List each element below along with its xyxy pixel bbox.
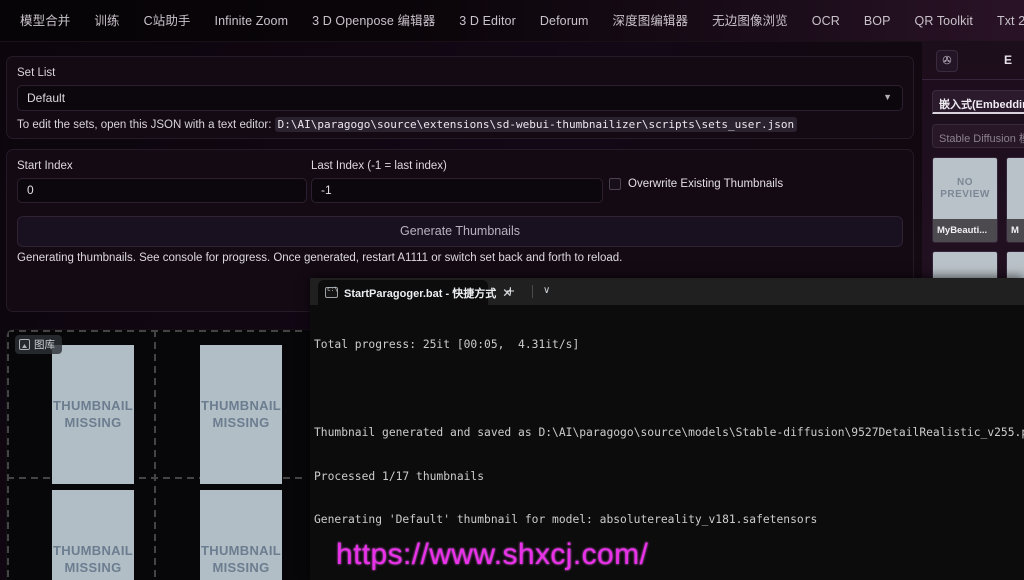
thumb-line1: THUMBNAIL: [53, 543, 133, 559]
new-tab-icon[interactable]: +: [506, 283, 515, 300]
tab-txt2video[interactable]: Txt 2 Video: [985, 0, 1024, 42]
network-card[interactable]: M: [1006, 157, 1024, 243]
image-icon: [19, 339, 30, 350]
chevron-down-icon: ▼: [883, 92, 892, 102]
generation-status-text: Generating thumbnails. See console for p…: [17, 252, 623, 264]
gallery-badge: 图库: [15, 335, 62, 354]
terminal-line: Thumbnail generated and saved as D:\AI\p…: [314, 425, 1024, 439]
edit-sets-hint-text: To edit the sets, open this JSON with a …: [17, 119, 272, 131]
gallery-divider-left: [7, 330, 9, 580]
sidebar-header: ✇ E: [922, 42, 1024, 80]
pin-icon[interactable]: ✇: [936, 50, 958, 72]
terminal-tab-title: StartParagoger.bat - 快捷方式: [344, 287, 497, 300]
tab-depth-map-editor[interactable]: 深度图编辑器: [601, 0, 701, 42]
thumbnail-placeholder: THUMBNAIL MISSING: [200, 345, 282, 484]
sidebar-search-input[interactable]: Stable Diffusion 模: [932, 124, 1024, 148]
sidebar-tab-embeddings[interactable]: 嵌入式(Embeddin: [932, 90, 1024, 114]
overwrite-checkbox[interactable]: [609, 178, 621, 190]
generate-thumbnails-button[interactable]: Generate Thumbnails: [17, 216, 903, 247]
watermark-url: https://www.shxcj.com/: [336, 538, 649, 571]
gallery-item[interactable]: THUMBNAIL MISSING: [19, 487, 167, 580]
set-list-value: Default: [27, 91, 66, 105]
edit-sets-hint: To edit the sets, open this JSON with a …: [17, 117, 798, 132]
no-preview-image: NO PREVIEW: [933, 158, 997, 219]
start-index-label: Start Index: [17, 160, 73, 172]
tab-civitai-helper[interactable]: C站助手: [132, 0, 203, 42]
gallery-badge-label: 图库: [34, 339, 55, 351]
terminal-divider: [532, 285, 533, 298]
no-preview-image: [1007, 158, 1024, 219]
tab-deforum[interactable]: Deforum: [528, 0, 601, 42]
overwrite-checkbox-row[interactable]: Overwrite Existing Thumbnails: [609, 178, 783, 190]
start-index-input[interactable]: 0: [17, 178, 307, 203]
thumb-line2: MISSING: [212, 414, 270, 430]
application-window: 模型合并 训练 C站助手 Infinite Zoom 3 D Openpose …: [0, 0, 1024, 580]
tab-infinite-zoom[interactable]: Infinite Zoom: [203, 0, 301, 42]
tab-ocr[interactable]: OCR: [800, 0, 852, 42]
tab-bop[interactable]: BOP: [852, 0, 903, 42]
tab-3d-editor[interactable]: 3 D Editor: [447, 0, 528, 42]
terminal-tab-strip: StartParagoger.bat - 快捷方式 ✕ + ∨: [310, 278, 1024, 305]
set-list-label: Set List: [17, 67, 56, 79]
terminal-line: Generating 'Default' thumbnail for model…: [314, 513, 818, 527]
tab-qr-toolkit[interactable]: QR Toolkit: [903, 0, 985, 42]
terminal-line: Total progress: 25it [00:05, 4.31it/s]: [314, 338, 580, 352]
tab-train[interactable]: 训练: [82, 0, 131, 42]
thumbnail-placeholder: THUMBNAIL MISSING: [52, 345, 134, 484]
last-index-input[interactable]: -1: [311, 178, 603, 203]
terminal-window: StartParagoger.bat - 快捷方式 ✕ + ∨ Total pr…: [310, 278, 1024, 580]
chevron-down-icon[interactable]: ∨: [543, 285, 550, 296]
network-card[interactable]: NO PREVIEW MyBeauti...: [932, 157, 998, 243]
tab-3d-openpose-editor[interactable]: 3 D Openpose 编辑器: [300, 0, 447, 42]
tab-infinite-image-browsing[interactable]: 无边图像浏览: [700, 0, 800, 42]
last-index-label: Last Index (-1 = last index): [311, 160, 447, 172]
thumb-line2: MISSING: [64, 559, 122, 575]
thumbnail-placeholder: THUMBNAIL MISSING: [52, 490, 134, 580]
thumbnail-placeholder: THUMBNAIL MISSING: [200, 490, 282, 580]
tab-model-merge[interactable]: 模型合并: [8, 0, 82, 42]
gallery-grid: THUMBNAIL MISSING THUMBNAIL MISSING THUMBN…: [19, 342, 315, 580]
terminal-tab[interactable]: StartParagoger.bat - 快捷方式 ✕: [318, 280, 512, 305]
gallery-item[interactable]: THUMBNAIL MISSING: [19, 342, 167, 487]
console-icon: [325, 286, 338, 298]
sets-json-path: D:\AI\paragogo\source\extensions\sd-webu…: [274, 117, 798, 132]
top-tab-bar: 模型合并 训练 C站助手 Infinite Zoom 3 D Openpose …: [0, 0, 1024, 42]
thumb-line2: MISSING: [64, 414, 122, 430]
network-card-name: M: [1007, 219, 1024, 242]
set-list-panel: Set List Default ▼ To edit the sets, ope…: [6, 56, 914, 139]
overwrite-label: Overwrite Existing Thumbnails: [628, 178, 784, 190]
thumb-line1: THUMBNAIL: [53, 398, 133, 414]
thumb-line1: THUMBNAIL: [201, 398, 281, 414]
gallery-item[interactable]: THUMBNAIL MISSING: [167, 342, 315, 487]
sidebar-title: E: [1004, 53, 1013, 67]
thumbnail-gallery[interactable]: 图库 THUMBNAIL MISSING THUMBNAIL MISSING THU…: [6, 329, 316, 580]
thumb-line2: MISSING: [212, 559, 270, 575]
set-list-dropdown[interactable]: Default ▼: [17, 85, 903, 111]
network-card-name: MyBeauti...: [933, 219, 997, 242]
preview-line2: PREVIEW: [940, 188, 990, 200]
terminal-line: Processed 1/17 thumbnails: [314, 469, 485, 483]
thumb-line1: THUMBNAIL: [201, 543, 281, 559]
gallery-item[interactable]: THUMBNAIL MISSING: [167, 487, 315, 580]
preview-line1: NO: [957, 177, 973, 188]
